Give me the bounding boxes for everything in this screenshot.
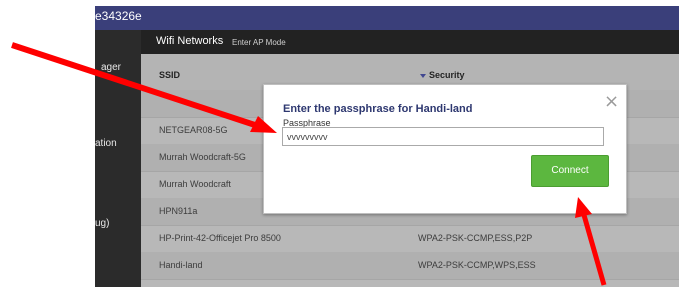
arrow-to-connect-button <box>575 197 607 286</box>
arrow-to-passphrase-input <box>11 42 277 133</box>
annotation-arrows <box>11 42 607 286</box>
arrow-head-icon <box>575 197 592 218</box>
arrow-head-icon <box>250 116 277 133</box>
arrow-shaft <box>11 42 259 129</box>
arrow-shaft <box>581 214 607 286</box>
